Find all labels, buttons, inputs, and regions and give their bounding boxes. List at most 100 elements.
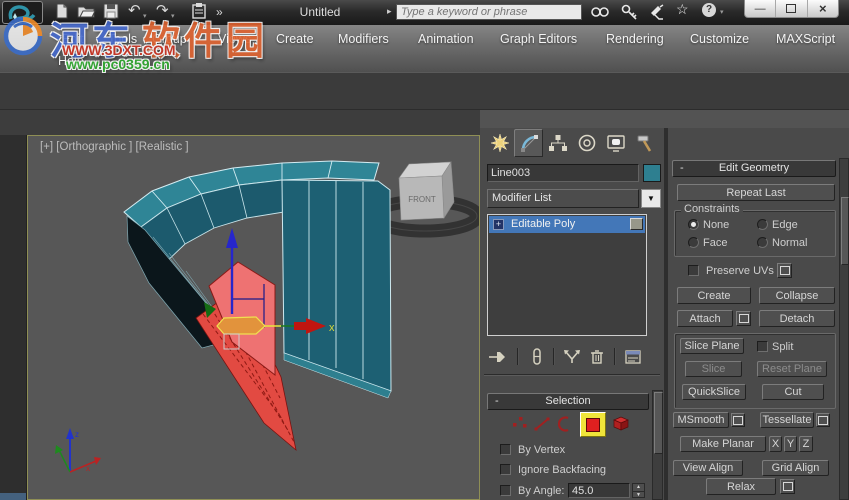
new-scene-icon[interactable] [52, 2, 70, 25]
create-button[interactable]: Create [677, 287, 751, 304]
menu-maxscript[interactable]: MAXScript [776, 32, 835, 46]
show-end-result-icon[interactable] [528, 347, 546, 366]
grid-align-button[interactable]: Grid Align [762, 460, 829, 476]
remove-modifier-icon[interactable] [588, 347, 606, 366]
collapse-button[interactable]: Collapse [759, 287, 835, 304]
constraint-edge-radio[interactable] [757, 219, 768, 230]
tab-modify[interactable] [514, 129, 543, 157]
menu-edit[interactable]: Edit [62, 32, 84, 46]
tessellate-settings-button[interactable] [816, 413, 830, 427]
tab-hierarchy[interactable] [543, 129, 572, 157]
minimize-button[interactable]: — [745, 0, 777, 17]
element-subobject-icon[interactable] [611, 413, 631, 433]
scrollbar-thumb[interactable] [841, 197, 849, 265]
viewport[interactable]: FRONT x z x [+] [Orthographic] [Realist… [27, 135, 480, 500]
search-input[interactable] [396, 4, 582, 20]
project-toolbar-icon[interactable] [190, 2, 208, 25]
constraint-face-radio[interactable] [688, 237, 699, 248]
menu-customize[interactable]: Customize [690, 32, 749, 46]
redo-flyout-caret[interactable]: ▾ [171, 12, 175, 20]
edge-subobject-icon[interactable] [533, 415, 551, 433]
by-angle-value-field[interactable]: 45.0 [568, 483, 630, 498]
undo-flyout-caret[interactable]: ▾ [143, 12, 147, 20]
application-menu-button[interactable] [2, 1, 43, 24]
menu-animation[interactable]: Animation [418, 32, 474, 46]
collapse-rollout-icon[interactable]: - [680, 161, 684, 176]
menu-rendering[interactable]: Rendering [606, 32, 664, 46]
stack-expand-icon[interactable]: + [493, 219, 504, 230]
edit-geometry-rollout-header[interactable]: - Edit Geometry [672, 160, 836, 177]
menu-views[interactable]: Views [218, 32, 251, 46]
object-name-field[interactable]: Line003 [487, 164, 639, 182]
constraint-normal-radio[interactable] [757, 237, 768, 248]
modifier-stack[interactable]: + Editable Poly [487, 214, 647, 336]
msmooth-settings-button[interactable] [731, 413, 745, 427]
viewport-label[interactable]: [+] [Orthographic ] [Realistic ] [40, 141, 189, 153]
attach-settings-button[interactable] [736, 311, 751, 326]
stack-onoff-toggle-icon[interactable] [630, 218, 643, 230]
viewcube[interactable]: FRONT [398, 161, 455, 221]
pin-stack-icon[interactable] [488, 348, 508, 366]
toolbar-overflow-icon[interactable]: » [216, 2, 223, 22]
right-column-scrollbar[interactable] [839, 158, 849, 500]
preserve-uvs-checkbox[interactable] [688, 265, 699, 276]
tessellate-button[interactable]: Tessellate [760, 412, 814, 428]
spinner-down-icon[interactable]: ▼ [633, 492, 644, 499]
menu-modifiers[interactable]: Modifiers [338, 32, 389, 46]
close-button[interactable]: × [808, 0, 838, 17]
modifier-list-dropdown[interactable]: Modifier List [487, 189, 639, 208]
attach-button[interactable]: Attach [677, 310, 733, 327]
repeat-last-button[interactable]: Repeat Last [677, 184, 835, 201]
favorites-star-icon[interactable]: ☆ [676, 1, 689, 18]
menu-tools[interactable]: Tools [108, 32, 137, 46]
make-planar-button[interactable]: Make Planar [680, 436, 766, 452]
by-angle-spinner[interactable]: ▲ ▼ [632, 483, 645, 498]
menu-create[interactable]: Create [276, 32, 314, 46]
object-color-swatch[interactable] [643, 164, 661, 182]
gizmo-plane-handle[interactable] [216, 316, 266, 335]
configure-modifier-sets-icon[interactable] [623, 347, 643, 366]
tab-utilities[interactable] [630, 129, 659, 157]
communication-center-icon[interactable] [648, 3, 668, 26]
viewport-canvas[interactable]: FRONT x z x [28, 136, 479, 499]
view-align-button[interactable]: View Align [673, 460, 743, 476]
stack-row-editable-poly[interactable]: + Editable Poly [489, 216, 645, 233]
msmooth-button[interactable]: MSmooth [673, 412, 729, 428]
slice-button[interactable]: Slice [685, 361, 742, 377]
by-angle-checkbox[interactable] [500, 485, 511, 496]
menu-help[interactable]: Help [58, 54, 84, 68]
make-planar-z-button[interactable]: Z [799, 436, 813, 452]
scrollbar-thumb[interactable] [654, 392, 663, 454]
restore-button[interactable] [776, 0, 808, 17]
sign-in-key-icon[interactable] [620, 3, 640, 26]
menu-graph-editors[interactable]: Graph Editors [500, 32, 577, 46]
by-vertex-checkbox[interactable] [500, 444, 511, 455]
save-file-icon[interactable] [102, 2, 120, 25]
make-planar-x-button[interactable]: X [769, 436, 782, 452]
left-column-scrollbar[interactable] [652, 390, 663, 500]
ignore-backfacing-checkbox[interactable] [500, 464, 511, 475]
help-flyout-caret[interactable]: ▾ [720, 8, 724, 16]
reset-plane-button[interactable]: Reset Plane [757, 361, 827, 377]
tab-motion[interactable] [572, 129, 601, 157]
collapse-rollout-icon[interactable]: - [495, 394, 499, 409]
redo-icon[interactable]: ↷ [156, 1, 169, 21]
open-file-icon[interactable] [76, 2, 96, 25]
make-planar-y-button[interactable]: Y [784, 436, 797, 452]
detach-button[interactable]: Detach [759, 310, 835, 327]
polygon-subobject-button-active[interactable] [580, 412, 606, 437]
relax-settings-button[interactable] [780, 479, 795, 494]
menu-group[interactable]: Group [152, 32, 187, 46]
border-subobject-icon[interactable] [555, 415, 573, 433]
quickslice-button[interactable]: QuickSlice [682, 384, 746, 400]
vertex-subobject-icon[interactable] [511, 415, 529, 433]
infocenter-search-icon[interactable] [590, 3, 610, 26]
undo-icon[interactable]: ↶ [128, 1, 141, 21]
split-checkbox[interactable] [757, 341, 768, 352]
tab-create[interactable] [485, 129, 514, 157]
title-flyout-arrow[interactable]: ▸ [387, 6, 392, 17]
relax-button[interactable]: Relax [706, 478, 776, 495]
modifier-list-arrow-button[interactable]: ▼ [641, 189, 661, 208]
slice-plane-button[interactable]: Slice Plane [680, 338, 744, 354]
cut-button[interactable]: Cut [762, 384, 824, 400]
